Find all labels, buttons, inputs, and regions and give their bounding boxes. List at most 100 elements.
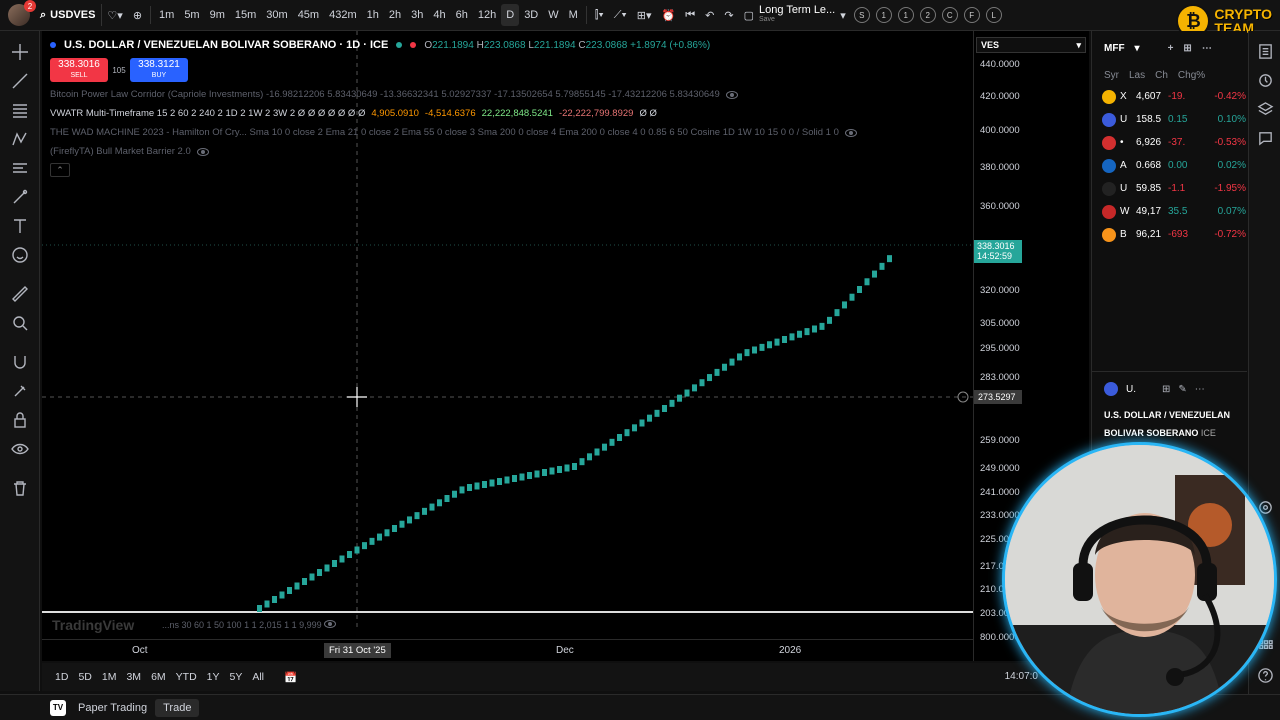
quick-button[interactable]: S: [853, 7, 870, 23]
col-change-pct[interactable]: Chg%: [1178, 70, 1205, 81]
range-5y[interactable]: 5Y: [225, 671, 248, 683]
price-chart[interactable]: [42, 31, 973, 661]
interval-w[interactable]: W: [543, 0, 563, 31]
eye-icon[interactable]: [844, 128, 857, 137]
lock-draw-icon[interactable]: [0, 376, 40, 405]
trash-icon[interactable]: [0, 473, 40, 502]
watchlist-row[interactable]: • 6,926 -37. -0.53%: [1092, 131, 1247, 154]
range-6m[interactable]: 6M: [146, 671, 171, 683]
range-1m[interactable]: 1M: [97, 671, 122, 683]
more-icon[interactable]: ⋯: [1202, 43, 1212, 54]
interval-m[interactable]: M: [564, 0, 583, 31]
undo-icon[interactable]: ↶: [700, 0, 719, 31]
currency-select[interactable]: VES ▾: [976, 37, 1086, 53]
edit-icon[interactable]: ✎: [1178, 384, 1186, 395]
range-all[interactable]: All: [247, 671, 269, 683]
projection-tool-icon[interactable]: [0, 153, 40, 182]
indicator-vwatr[interactable]: VWATR Multi-Timeframe 15 2 60 2 240 2 1D…: [50, 108, 657, 119]
watchlist-icon[interactable]: [1249, 37, 1280, 66]
quick-button[interactable]: 1: [875, 7, 892, 23]
user-avatar[interactable]: 2: [8, 0, 36, 26]
sell-button[interactable]: 338.3016 SELL: [50, 58, 108, 82]
chevron-down-icon[interactable]: ▾: [835, 0, 851, 31]
brush-tool-icon[interactable]: [0, 182, 40, 211]
redo-icon[interactable]: ↷: [719, 0, 738, 31]
paper-trading-tab[interactable]: Paper Trading: [78, 702, 147, 714]
watchlist-row[interactable]: U 59.85 -1.1 -1.95%: [1092, 177, 1247, 200]
quick-button[interactable]: L: [985, 7, 1002, 23]
compare-icon[interactable]: ♡▾: [102, 0, 127, 31]
interval-15m[interactable]: 15m: [230, 0, 261, 31]
buy-button[interactable]: 338.3121 BUY: [130, 58, 188, 82]
lock-icon[interactable]: [0, 405, 40, 434]
quick-button[interactable]: 2: [919, 7, 936, 23]
help-icon[interactable]: [1249, 661, 1280, 690]
watchlist-row[interactable]: U 158.5 0.15 0.10%: [1092, 108, 1247, 131]
chart-symbol-title[interactable]: U.S. DOLLAR / VENEZUELAN BOLIVAR SOBERAN…: [64, 39, 388, 51]
eye-icon[interactable]: [725, 90, 738, 99]
col-last[interactable]: Las: [1129, 70, 1145, 81]
chevron-down-icon[interactable]: ▾: [1135, 43, 1140, 54]
eye-icon[interactable]: [0, 434, 40, 463]
eye-icon[interactable]: [324, 620, 337, 628]
quick-button[interactable]: 1: [897, 7, 914, 23]
replay-icon[interactable]: ⏮: [680, 0, 700, 31]
add-symbol-icon[interactable]: ⊕: [128, 0, 147, 31]
layout-icon[interactable]: ⊞: [1183, 43, 1191, 54]
indicator-bull-market-barrier[interactable]: (FireflyTA) Bull Market Barrier 2.0: [50, 146, 209, 157]
ruler-tool-icon[interactable]: [0, 279, 40, 308]
interval-45m[interactable]: 45m: [293, 0, 324, 31]
layout-icon[interactable]: ▢: [739, 0, 759, 31]
layout-selector[interactable]: Long Term Le... Save: [759, 5, 835, 25]
quick-button[interactable]: C: [941, 7, 958, 23]
crosshair-tool-icon[interactable]: [0, 37, 40, 66]
zoom-tool-icon[interactable]: [0, 308, 40, 337]
details-symbol[interactable]: U.: [1126, 384, 1136, 395]
range-5d[interactable]: 5D: [73, 671, 96, 683]
candle-type-icon[interactable]: ⫿▾: [590, 0, 609, 31]
calendar-icon[interactable]: 📅: [279, 671, 302, 684]
watchlist-row[interactable]: A 0.668 0.00 0.02%: [1092, 154, 1247, 177]
indicator-wad-machine[interactable]: THE WAD MACHINE 2023 - Hamilton Of Cry..…: [50, 127, 857, 138]
range-1d[interactable]: 1D: [50, 671, 73, 683]
interval-3d[interactable]: 3D: [519, 0, 543, 31]
range-3m[interactable]: 3M: [121, 671, 146, 683]
interval-30m[interactable]: 30m: [261, 0, 292, 31]
interval-6h[interactable]: 6h: [451, 0, 473, 31]
range-1y[interactable]: 1Y: [202, 671, 225, 683]
add-icon[interactable]: +: [1168, 43, 1174, 54]
interval-432m[interactable]: 432m: [324, 0, 362, 31]
symbol-search[interactable]: ⌕ USDVES: [34, 4, 103, 26]
interval-1h[interactable]: 1h: [362, 0, 384, 31]
range-ytd[interactable]: YTD: [171, 671, 202, 683]
watchlist-row[interactable]: B 96,21 -693 -0.72%: [1092, 223, 1247, 246]
chat-icon[interactable]: [1249, 124, 1280, 153]
indicators-icon[interactable]: ⟋▾: [609, 0, 632, 31]
interval-4h[interactable]: 4h: [428, 0, 450, 31]
interval-1m[interactable]: 1m: [154, 0, 179, 31]
watchlist-row[interactable]: W 49,17 35.5 0.07%: [1092, 200, 1247, 223]
more-icon[interactable]: ⋯: [1195, 384, 1205, 395]
watchlist-name[interactable]: MFF: [1104, 43, 1125, 54]
interval-9m[interactable]: 9m: [205, 0, 230, 31]
interval-3h[interactable]: 3h: [406, 0, 428, 31]
pattern-tool-icon[interactable]: [0, 124, 40, 153]
interval-2h[interactable]: 2h: [384, 0, 406, 31]
trendline-tool-icon[interactable]: [0, 66, 40, 95]
alerts-icon[interactable]: [1249, 66, 1280, 95]
eye-icon[interactable]: [196, 147, 209, 156]
interval-5m[interactable]: 5m: [179, 0, 204, 31]
templates-icon[interactable]: ⊞▾: [632, 0, 657, 31]
interval-d[interactable]: D: [501, 4, 520, 26]
alert-icon[interactable]: ⏰: [657, 0, 681, 31]
trade-tab[interactable]: Trade: [155, 698, 200, 717]
collapse-legend-button[interactable]: ⌃: [50, 163, 70, 177]
chart-pane[interactable]: U.S. DOLLAR / VENEZUELAN BOLIVAR SOBERAN…: [42, 31, 973, 661]
time-axis[interactable]: Oct Dec 2026 Fri 31 Oct '25: [42, 639, 973, 661]
fib-tool-icon[interactable]: [0, 95, 40, 124]
text-tool-icon[interactable]: [0, 211, 40, 240]
watchlist-row[interactable]: X 4,607 -19. -0.42%: [1092, 85, 1247, 108]
emoji-tool-icon[interactable]: [0, 240, 40, 269]
quick-button[interactable]: F: [963, 7, 980, 23]
col-symbol[interactable]: Syr: [1104, 70, 1119, 81]
